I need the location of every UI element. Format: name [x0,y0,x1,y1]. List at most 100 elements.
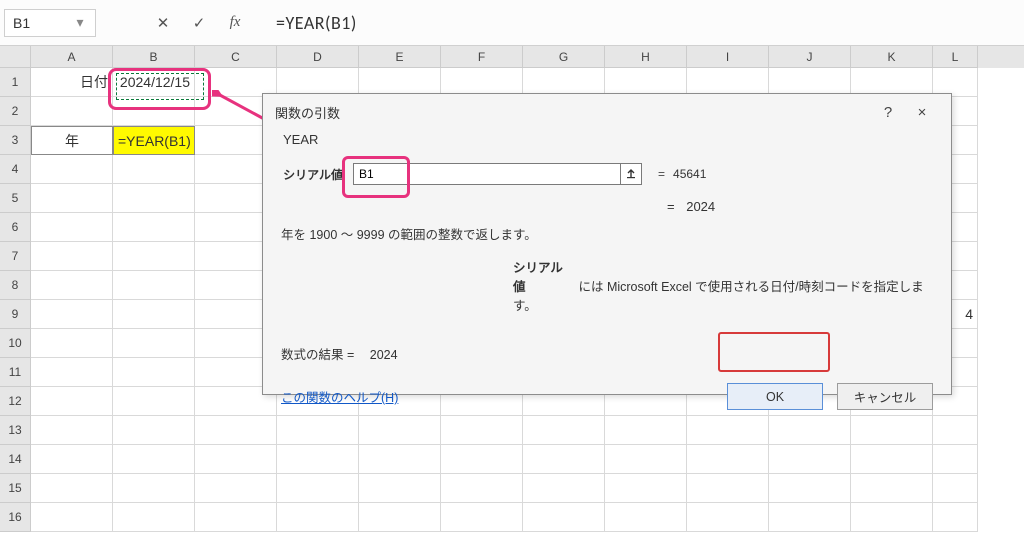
col-header[interactable]: F [441,46,523,68]
cell[interactable] [113,503,195,532]
col-header[interactable]: L [933,46,978,68]
row-header[interactable]: 15 [0,474,31,503]
cell[interactable] [31,271,113,300]
chevron-down-icon[interactable]: ▾ [73,16,87,30]
cell-b1[interactable]: 2024/12/15 [113,68,195,97]
cell[interactable] [113,242,195,271]
cell[interactable] [933,474,978,503]
cell[interactable] [31,474,113,503]
cell[interactable] [113,329,195,358]
row-header[interactable]: 12 [0,387,31,416]
cell[interactable] [31,387,113,416]
confirm-check-icon[interactable]: ✓ [190,14,208,32]
cell[interactable] [31,358,113,387]
cell[interactable] [113,184,195,213]
cell-b3[interactable]: =YEAR(B1) [113,126,195,155]
cell[interactable] [31,97,113,126]
row-header[interactable]: 2 [0,97,31,126]
ok-button[interactable]: OK [727,383,823,410]
cell[interactable] [31,445,113,474]
cell[interactable] [687,445,769,474]
cell[interactable] [687,503,769,532]
cell[interactable] [113,358,195,387]
cell[interactable] [441,445,523,474]
cell[interactable] [195,445,277,474]
cell[interactable] [359,474,441,503]
row-header[interactable]: 7 [0,242,31,271]
cell[interactable] [769,474,851,503]
close-icon[interactable]: × [905,104,939,121]
row-header[interactable]: 8 [0,271,31,300]
cell[interactable] [851,503,933,532]
cell[interactable] [113,97,195,126]
row-header[interactable]: 14 [0,445,31,474]
col-header[interactable]: H [605,46,687,68]
cell[interactable] [195,474,277,503]
cell[interactable] [687,474,769,503]
cell[interactable] [113,387,195,416]
cell[interactable] [933,445,978,474]
cell[interactable] [113,271,195,300]
row-header[interactable]: 4 [0,155,31,184]
cell[interactable] [31,503,113,532]
function-help-link[interactable]: この関数のヘルプ(H) [281,387,398,406]
select-all-corner[interactable] [0,46,31,68]
cell[interactable] [523,503,605,532]
cell[interactable] [769,503,851,532]
help-icon[interactable]: ? [871,104,905,121]
col-header[interactable]: D [277,46,359,68]
cell[interactable] [31,300,113,329]
cell[interactable] [605,445,687,474]
cell[interactable] [31,155,113,184]
cancel-button[interactable]: キャンセル [837,383,933,410]
name-box[interactable]: B1 ▾ [4,9,96,37]
col-header[interactable]: G [523,46,605,68]
cell-a3[interactable]: 年 [31,126,113,155]
cell[interactable] [851,445,933,474]
cell[interactable] [605,474,687,503]
cell[interactable] [113,445,195,474]
cell[interactable] [113,416,195,445]
row-header[interactable]: 16 [0,503,31,532]
cell[interactable] [359,503,441,532]
cell[interactable] [113,300,195,329]
serial-value-input[interactable] [353,163,621,185]
col-header[interactable]: C [195,46,277,68]
cancel-x-icon[interactable]: ✕ [154,14,172,32]
row-header[interactable]: 11 [0,358,31,387]
cell[interactable] [441,474,523,503]
cell-a1[interactable]: 日付 [31,68,113,97]
cell[interactable] [933,503,978,532]
col-header[interactable]: K [851,46,933,68]
cell[interactable] [31,329,113,358]
row-header[interactable]: 10 [0,329,31,358]
cell[interactable] [195,503,277,532]
cell[interactable] [113,474,195,503]
cell[interactable] [113,213,195,242]
row-header[interactable]: 5 [0,184,31,213]
col-header[interactable]: J [769,46,851,68]
formula-input[interactable]: =YEAR(B1) [276,12,357,34]
col-header[interactable]: A [31,46,113,68]
cell[interactable] [113,155,195,184]
cell[interactable] [523,474,605,503]
cell[interactable] [851,474,933,503]
row-header[interactable]: 13 [0,416,31,445]
row-header[interactable]: 1 [0,68,31,97]
collapse-dialog-icon[interactable] [620,163,642,185]
cell[interactable] [277,474,359,503]
cell[interactable] [359,445,441,474]
cell[interactable] [605,503,687,532]
cell[interactable] [31,184,113,213]
col-header[interactable]: I [687,46,769,68]
col-header[interactable]: E [359,46,441,68]
col-header[interactable]: B [113,46,195,68]
fx-icon[interactable]: fx [226,14,244,32]
row-header[interactable]: 9 [0,300,31,329]
cell[interactable] [31,242,113,271]
dialog-titlebar[interactable]: 関数の引数 ? × [263,94,951,130]
row-header[interactable]: 6 [0,213,31,242]
cell[interactable] [441,503,523,532]
cell[interactable] [769,445,851,474]
cell[interactable] [277,445,359,474]
